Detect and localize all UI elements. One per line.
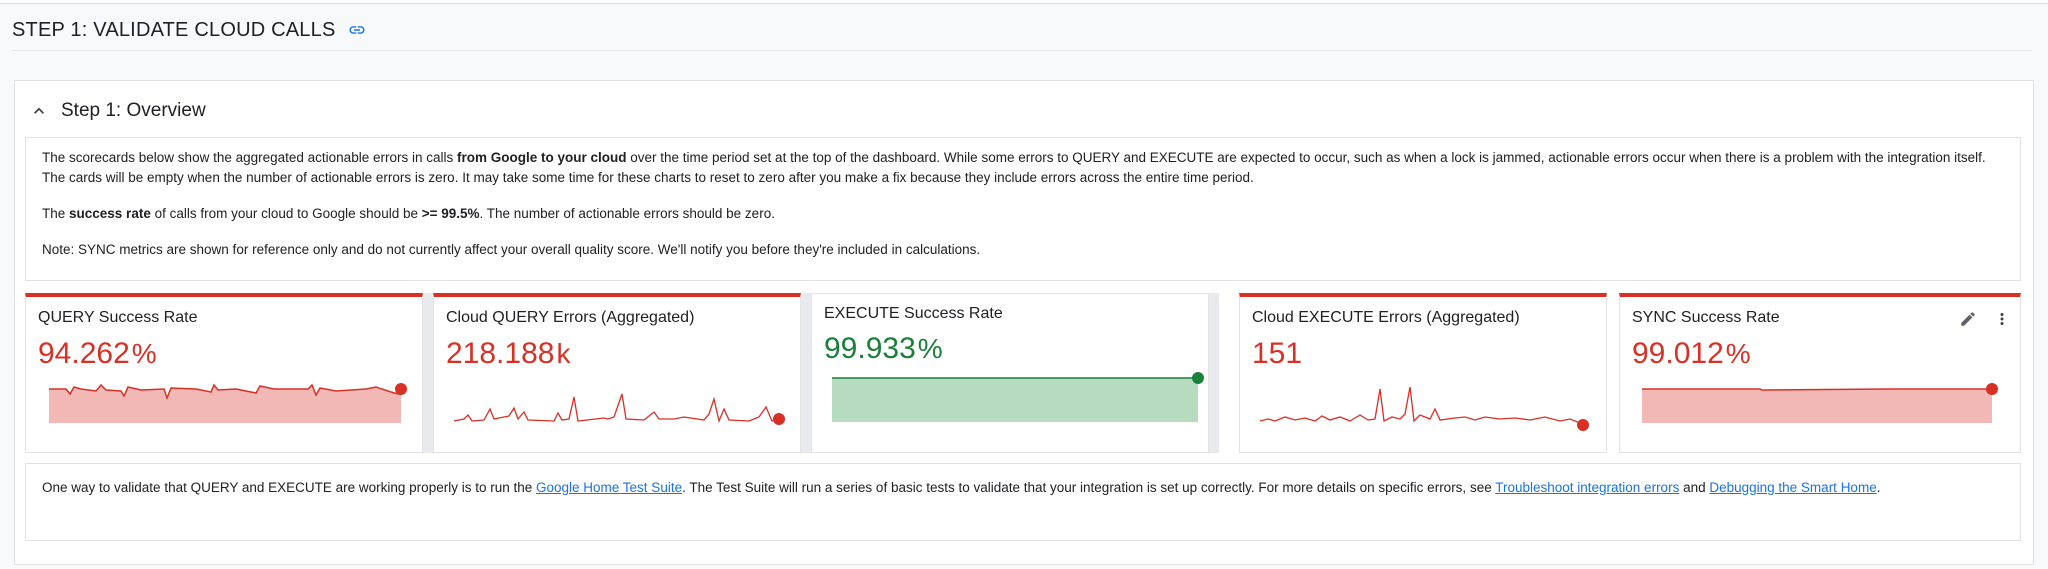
- sparkline-chart: [832, 372, 1204, 422]
- footer-text: .: [1876, 480, 1881, 495]
- description-box: The scorecards below show the aggregated…: [25, 137, 2021, 281]
- card-value: 94.262%: [38, 337, 157, 371]
- desc-bold: from Google to your cloud: [456, 150, 627, 165]
- card-separator: [1209, 293, 1219, 453]
- scorecard-query-success[interactable]: QUERY Success Rate 94.262%: [25, 293, 423, 453]
- description-paragraph-1: The scorecards below show the aggregated…: [42, 148, 2004, 188]
- footer-note: One way to validate that QUERY and EXECU…: [25, 463, 2021, 541]
- card-title: EXECUTE Success Rate: [824, 305, 1003, 322]
- card-value: 99.012%: [1632, 337, 1751, 371]
- card-separator: [801, 293, 811, 453]
- debugging-link[interactable]: Debugging the Smart Home: [1709, 480, 1876, 495]
- card-title: QUERY Success Rate: [38, 309, 198, 326]
- header-divider: [12, 50, 2032, 51]
- pencil-icon[interactable]: [1958, 309, 1978, 329]
- desc-bold: >= 99.5%: [421, 206, 480, 221]
- value-unit: %: [917, 333, 943, 364]
- sparkline-chart: [454, 393, 785, 425]
- scorecard-execute-errors[interactable]: Cloud EXECUTE Errors (Aggregated) 151: [1239, 293, 1607, 453]
- scorecard-query-errors[interactable]: Cloud QUERY Errors (Aggregated) 218.188k: [433, 293, 801, 453]
- card-title: SYNC Success Rate: [1632, 309, 1780, 326]
- value-number: 99.012: [1632, 337, 1724, 370]
- footer-text: One way to validate that QUERY and EXECU…: [42, 480, 536, 495]
- chevron-up-icon[interactable]: [29, 101, 49, 121]
- sparkline-chart: [1642, 383, 1998, 423]
- value-unit: %: [131, 338, 157, 369]
- section-header: STEP 1: VALIDATE CLOUD CALLS: [12, 14, 366, 46]
- overview-panel: Step 1: Overview The scorecards below sh…: [14, 80, 2034, 565]
- desc-text: The: [42, 206, 70, 221]
- card-value: 218.188k: [446, 337, 570, 371]
- top-strip: [0, 0, 2048, 4]
- link-icon[interactable]: [348, 21, 366, 39]
- desc-bold: success rate: [69, 206, 151, 221]
- desc-text: . The number of actionable errors should…: [479, 206, 775, 221]
- footer-text: and: [1679, 480, 1710, 495]
- card-title: Cloud QUERY Errors (Aggregated): [446, 309, 695, 326]
- description-paragraph-3: Note: SYNC metrics are shown for referen…: [42, 242, 981, 257]
- value-number: 99.933: [824, 332, 916, 365]
- card-separator: [423, 293, 433, 453]
- description-paragraph-2: The success rate of calls from your clou…: [42, 204, 2004, 224]
- sparkline-chart: [49, 383, 407, 423]
- desc-text: The scorecards below show the aggregated…: [42, 150, 457, 165]
- card-separator: [1607, 293, 1617, 453]
- card-value: 151: [1252, 337, 1304, 371]
- footer-text: . The Test Suite will run a series of ba…: [682, 480, 1496, 495]
- sparkline-chart: [1260, 386, 1589, 431]
- card-value: 99.933%: [824, 332, 943, 366]
- panel-title: Step 1: Overview: [61, 100, 206, 121]
- more-vert-icon[interactable]: [1992, 309, 2012, 329]
- value-number: 218.188: [446, 337, 555, 370]
- value-number: 94.262: [38, 337, 130, 370]
- scorecard-sync-success[interactable]: SYNC Success Rate 99.012%: [1619, 293, 2021, 453]
- value-unit: %: [1725, 338, 1751, 369]
- value-unit: k: [556, 338, 571, 369]
- desc-text: of calls from your cloud to Google shoul…: [150, 206, 422, 221]
- card-title: Cloud EXECUTE Errors (Aggregated): [1252, 309, 1520, 326]
- value-number: 151: [1252, 337, 1303, 370]
- overview-toggle[interactable]: Step 1: Overview: [29, 97, 206, 125]
- card-actions: [1958, 309, 2012, 329]
- troubleshoot-link[interactable]: Troubleshoot integration errors: [1495, 480, 1679, 495]
- scorecard-execute-success[interactable]: EXECUTE Success Rate 99.933%: [811, 293, 1209, 453]
- section-title: STEP 1: VALIDATE CLOUD CALLS: [12, 18, 336, 41]
- test-suite-link[interactable]: Google Home Test Suite: [536, 480, 682, 495]
